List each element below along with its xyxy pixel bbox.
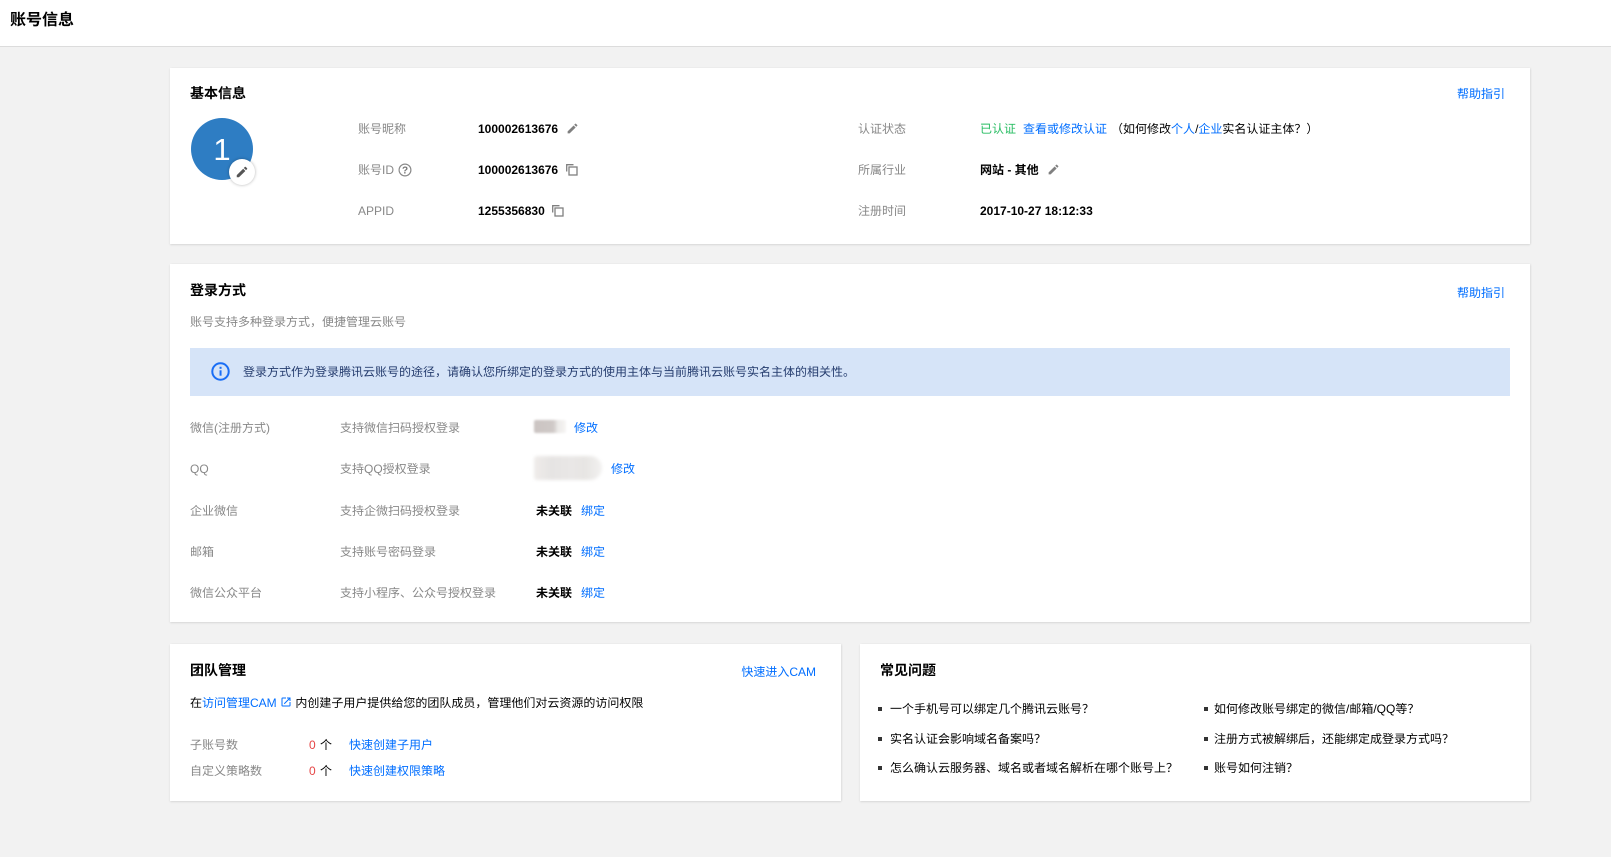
svg-text:?: ?	[402, 166, 408, 177]
